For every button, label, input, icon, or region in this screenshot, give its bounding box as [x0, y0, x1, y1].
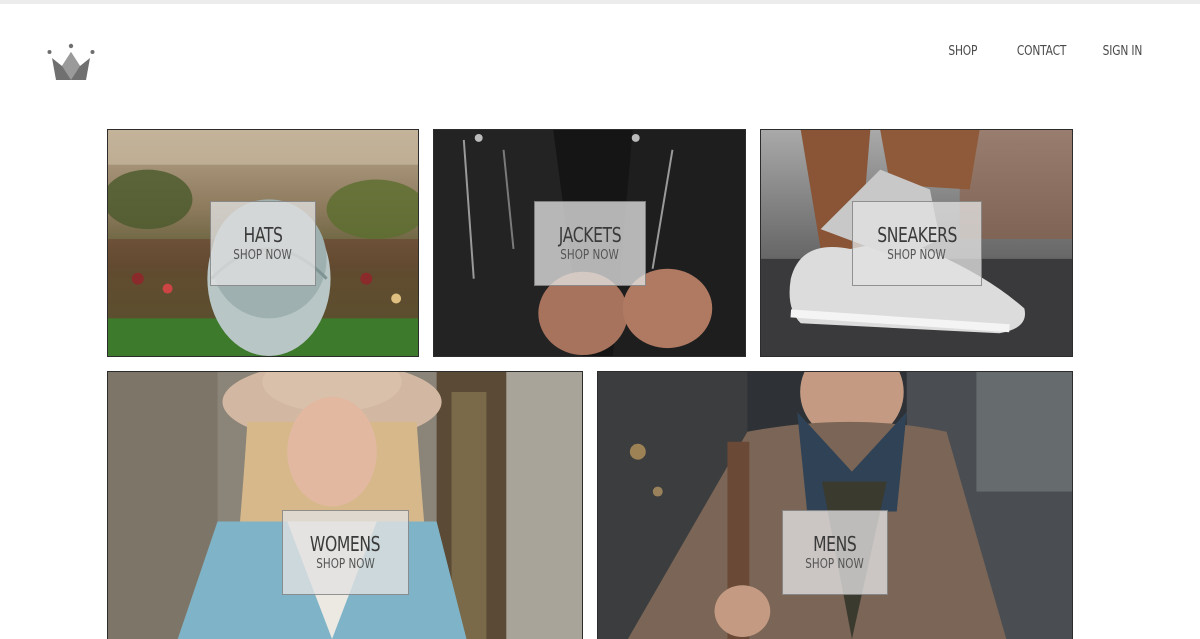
nav-sign-in-link[interactable]: SIGN IN: [1102, 44, 1142, 59]
sneakers-label-box[interactable]: SNEAKERS SHOP NOW: [852, 201, 982, 286]
crown-logo[interactable]: [46, 42, 96, 82]
nav-shop-link[interactable]: SHOP: [949, 44, 978, 59]
womens-label-box[interactable]: WOMENS SHOP NOW: [282, 510, 409, 595]
shop-now-link[interactable]: SHOP NOW: [888, 248, 946, 264]
category-tile-jackets[interactable]: JACKETS SHOP NOW: [433, 129, 746, 357]
category-tile-hats[interactable]: HATS SHOP NOW: [107, 129, 419, 357]
jackets-label-box[interactable]: JACKETS SHOP NOW: [534, 201, 646, 286]
shop-now-link[interactable]: SHOP NOW: [316, 557, 374, 573]
category-title: JACKETS: [558, 222, 622, 247]
shop-now-link[interactable]: SHOP NOW: [561, 248, 619, 264]
mens-photo: [598, 372, 1072, 639]
category-title: HATS: [243, 222, 283, 247]
category-tile-mens[interactable]: MENS SHOP NOW: [597, 371, 1073, 639]
category-title: SNEAKERS: [877, 222, 957, 247]
category-tile-sneakers[interactable]: SNEAKERS SHOP NOW: [760, 129, 1073, 357]
nav-contact-link[interactable]: CONTACT: [1016, 44, 1066, 59]
hats-label-box[interactable]: HATS SHOP NOW: [210, 201, 316, 286]
mens-label-box[interactable]: MENS SHOP NOW: [782, 510, 888, 595]
top-border: [0, 0, 1200, 4]
category-tile-womens[interactable]: WOMENS SHOP NOW: [107, 371, 583, 639]
top-nav: SHOP CONTACT SIGN IN: [942, 44, 1143, 59]
shop-now-link[interactable]: SHOP NOW: [806, 557, 864, 573]
category-title: MENS: [813, 531, 857, 556]
shop-now-link[interactable]: SHOP NOW: [234, 248, 292, 264]
category-title: WOMENS: [310, 531, 381, 556]
crown-icon: [47, 43, 95, 80]
womens-photo: [108, 372, 582, 639]
